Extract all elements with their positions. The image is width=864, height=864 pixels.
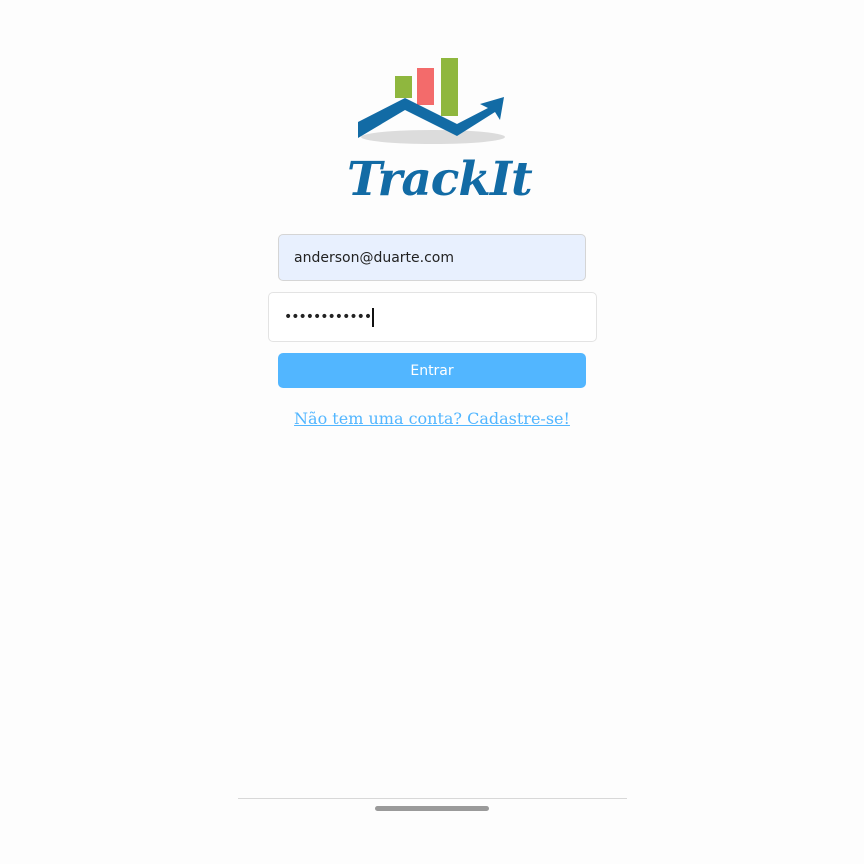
email-field[interactable]: anderson@duarte.com xyxy=(278,234,586,281)
email-value: anderson@duarte.com xyxy=(294,249,454,266)
signup-link[interactable]: Não tem uma conta? Cadastre-se! xyxy=(232,409,632,428)
text-caret xyxy=(372,307,374,327)
trackit-logo-chart-arrow-icon xyxy=(358,58,505,144)
login-screen: TrackIt anderson@duarte.com ••••••••••••… xyxy=(0,0,864,864)
bottom-divider xyxy=(238,798,627,799)
logo-wordmark: TrackIt xyxy=(347,152,533,207)
enter-button[interactable]: Entrar xyxy=(278,353,586,388)
home-indicator[interactable] xyxy=(375,806,489,811)
password-value: •••••••••••• xyxy=(284,309,372,325)
app-logo: TrackIt xyxy=(347,52,533,212)
password-field[interactable]: •••••••••••• xyxy=(268,292,597,342)
